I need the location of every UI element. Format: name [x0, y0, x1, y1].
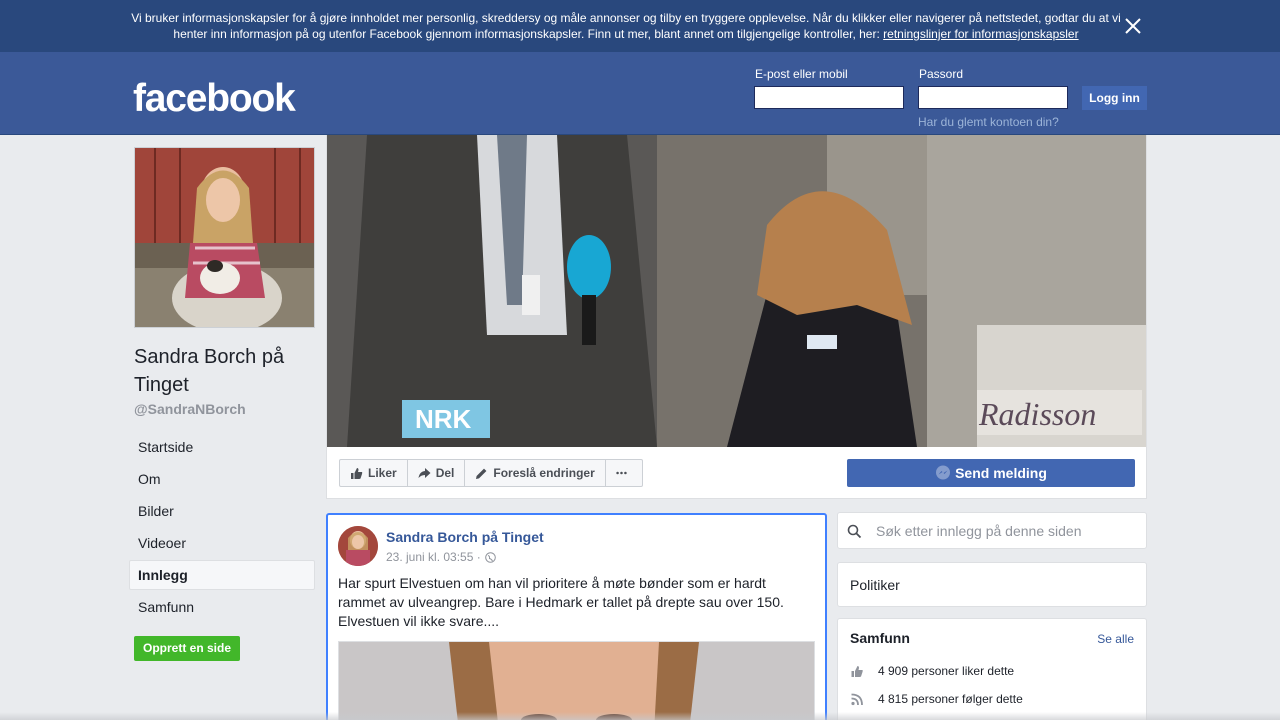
search-icon — [847, 524, 862, 539]
cookie-banner: Vi bruker informasjonskapsler for å gjør… — [0, 0, 1280, 52]
cookie-policy-link[interactable]: retningslinjer for informasjonskapsler — [883, 27, 1078, 41]
thumbs-up-icon — [851, 665, 863, 677]
post-search-input[interactable] — [876, 520, 1136, 542]
post-author[interactable]: Sandra Borch på Tinget — [386, 529, 544, 545]
nav-item-bilder[interactable]: Bilder — [129, 496, 315, 526]
send-message-button[interactable]: Send melding — [847, 459, 1135, 487]
messenger-icon — [936, 465, 951, 480]
post-search-box — [837, 512, 1147, 549]
cookie-text: Vi bruker informasjonskapsler for å gjør… — [130, 10, 1122, 42]
suggest-edits-label: Foreslå endringer — [493, 466, 595, 480]
nav-item-innlegg[interactable]: Innlegg — [129, 560, 315, 590]
email-label: E-post eller mobil — [755, 67, 848, 81]
post-timestamp[interactable]: 23. juni kl. 03:55 · — [386, 550, 481, 564]
forgot-account-link[interactable]: Har du glemt kontoen din? — [918, 115, 1059, 129]
nav-item-om[interactable]: Om — [129, 464, 315, 494]
password-field[interactable] — [918, 86, 1068, 109]
page-nav: Startside Om Bilder Videoer Innlegg Samf… — [129, 432, 315, 624]
send-message-label: Send melding — [955, 465, 1047, 481]
category-link[interactable]: Politiker — [850, 577, 900, 593]
suggest-edits-button[interactable]: Foreslå endringer — [464, 459, 606, 487]
post-image[interactable] — [338, 641, 815, 720]
page-handle[interactable]: @SandraNBorch — [134, 401, 246, 417]
nav-item-videoer[interactable]: Videoer — [129, 528, 315, 558]
follows-stat: 4 815 personer følger dette — [850, 692, 1023, 706]
rss-icon — [851, 693, 863, 705]
share-arrow-icon — [418, 468, 431, 478]
cover-photo[interactable]: NRK Radisson — [327, 135, 1146, 447]
category-card: Politiker — [837, 562, 1147, 607]
login-button[interactable]: Logg inn — [1082, 86, 1147, 110]
likes-count: 4 909 personer liker dette — [878, 664, 1015, 678]
bottom-shadow — [0, 712, 1280, 720]
pencil-icon — [476, 468, 487, 479]
top-header: facebook E-post eller mobil Passord Logg… — [0, 52, 1280, 135]
globe-icon — [484, 551, 496, 563]
avatar[interactable] — [338, 526, 378, 566]
facebook-logo[interactable]: facebook — [133, 79, 296, 119]
close-icon[interactable] — [1122, 15, 1144, 37]
svg-text:NRK: NRK — [415, 404, 472, 434]
page-actions: Liker Del Foreslå endringer — [339, 459, 643, 487]
community-card: Samfunn Se alle 4 909 personer liker det… — [837, 618, 1147, 720]
like-label: Liker — [368, 466, 397, 480]
follows-count: 4 815 personer følger dette — [878, 692, 1023, 706]
likes-stat: 4 909 personer liker dette — [850, 664, 1014, 678]
community-title: Samfunn — [850, 630, 910, 646]
password-label: Passord — [919, 67, 964, 81]
post-card: Sandra Borch på Tinget 23. juni kl. 03:5… — [326, 513, 827, 720]
more-icon[interactable] — [604, 459, 643, 487]
nav-item-samfunn[interactable]: Samfunn — [129, 592, 315, 622]
see-all-link[interactable]: Se alle — [1097, 632, 1134, 646]
page-title[interactable]: Sandra Borch på Tinget — [134, 343, 314, 399]
share-button[interactable]: Del — [406, 459, 466, 487]
cover-card: NRK Radisson Liker Del Foreslå endringer… — [326, 135, 1147, 499]
email-field[interactable] — [754, 86, 904, 109]
svg-text:Radisson: Radisson — [978, 396, 1096, 432]
like-button[interactable]: Liker — [339, 459, 408, 487]
post-meta: 23. juni kl. 03:55 · — [386, 550, 496, 564]
create-page-button[interactable]: Opprett en side — [134, 636, 240, 661]
nav-item-startside[interactable]: Startside — [129, 432, 315, 462]
share-label: Del — [435, 466, 455, 480]
profile-picture[interactable] — [134, 147, 315, 328]
thumbs-up-icon — [351, 467, 363, 479]
post-text: Har spurt Elvestuen om han vil prioriter… — [338, 575, 784, 629]
